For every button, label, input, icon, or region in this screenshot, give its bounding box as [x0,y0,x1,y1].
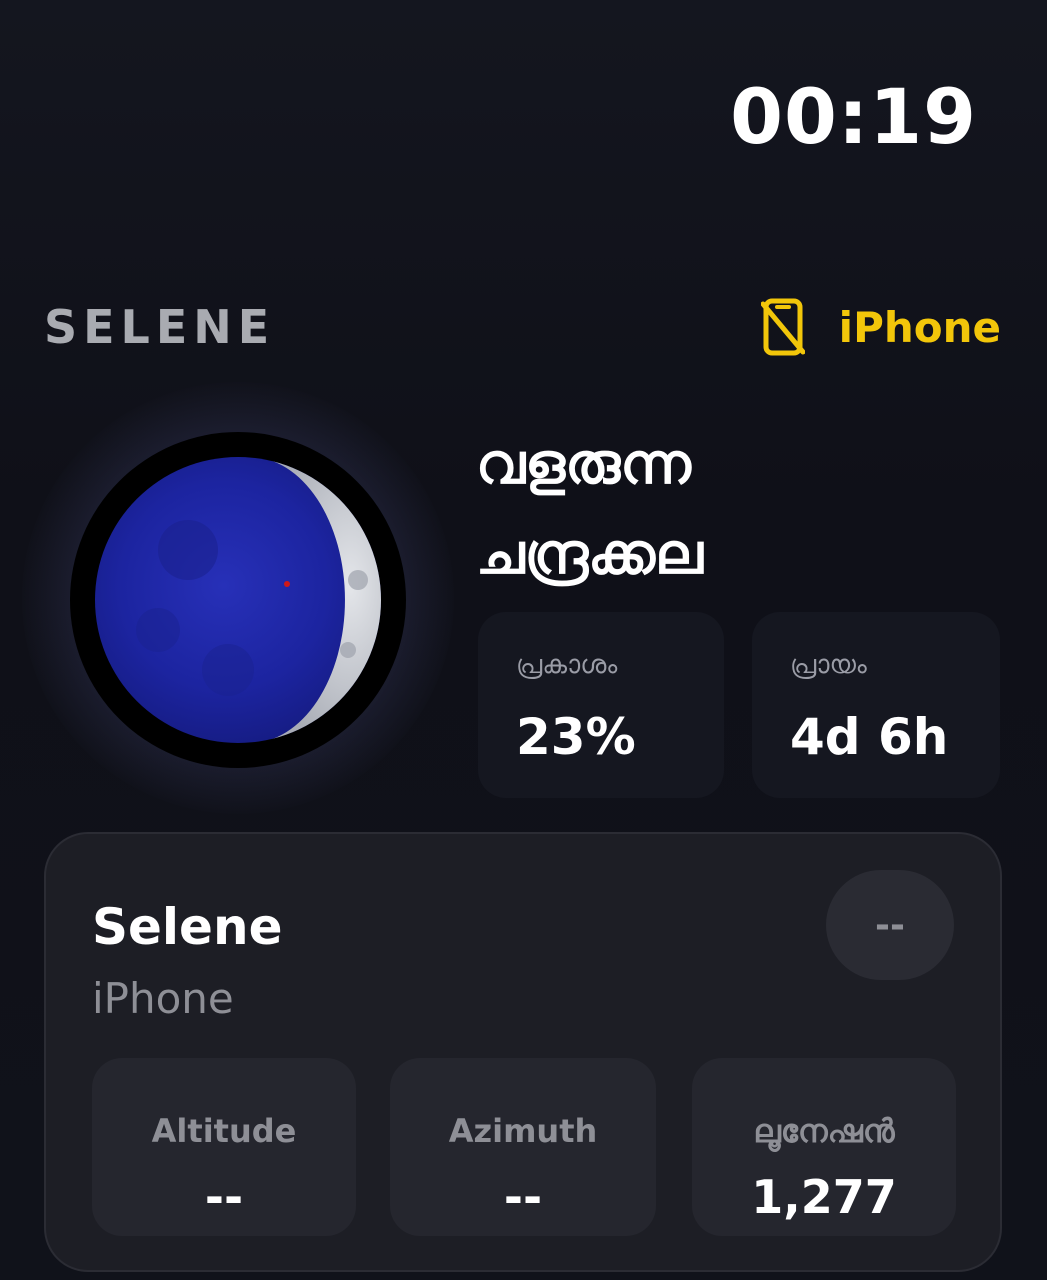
age-value: 4d 6h [790,708,949,766]
azimuth-metric: Azimuth -- [390,1058,656,1236]
phase-name-line1: വളരുന്ന [476,432,691,497]
altitude-metric: Altitude -- [92,1058,356,1236]
device-label: iPhone [838,302,1001,352]
illumination-label: പ്രകാശം [516,650,618,680]
device-badge[interactable]: iPhone [760,298,1001,356]
lunation-metric: ലൂനേഷൻ 1,277 [692,1058,956,1236]
age-label: പ്രായം [790,650,867,680]
clock-time: 00:19 [730,72,977,161]
card-title: Selene [92,898,283,956]
age-stat: പ്രായം 4d 6h [752,612,1000,798]
phase-name-line2: ചന്ദ്രക്കല [476,522,703,587]
lunation-value: 1,277 [751,1170,897,1224]
azimuth-value: -- [503,1170,543,1224]
azimuth-label: Azimuth [448,1112,598,1150]
altitude-label: Altitude [151,1112,297,1150]
lunation-label: ലൂനേഷൻ [753,1112,895,1150]
altitude-value: -- [204,1170,244,1224]
screen: 00:19 SELENE iPhone വളരുന്ന ചന്ദ്രക്കല പ… [0,0,1047,1280]
moon-phase-image [68,430,408,770]
phase-name: വളരുന്ന ചന്ദ്രക്കല [476,420,896,600]
phone-slash-icon [760,298,805,356]
illumination-value: 23% [516,708,636,766]
app-brand: SELENE [44,300,276,354]
card-subtitle: iPhone [92,974,234,1023]
status-pill[interactable]: -- [826,870,954,980]
illumination-stat: പ്രകാശം 23% [478,612,724,798]
device-card[interactable]: Selene iPhone -- Altitude -- Azimuth -- … [44,832,1002,1272]
